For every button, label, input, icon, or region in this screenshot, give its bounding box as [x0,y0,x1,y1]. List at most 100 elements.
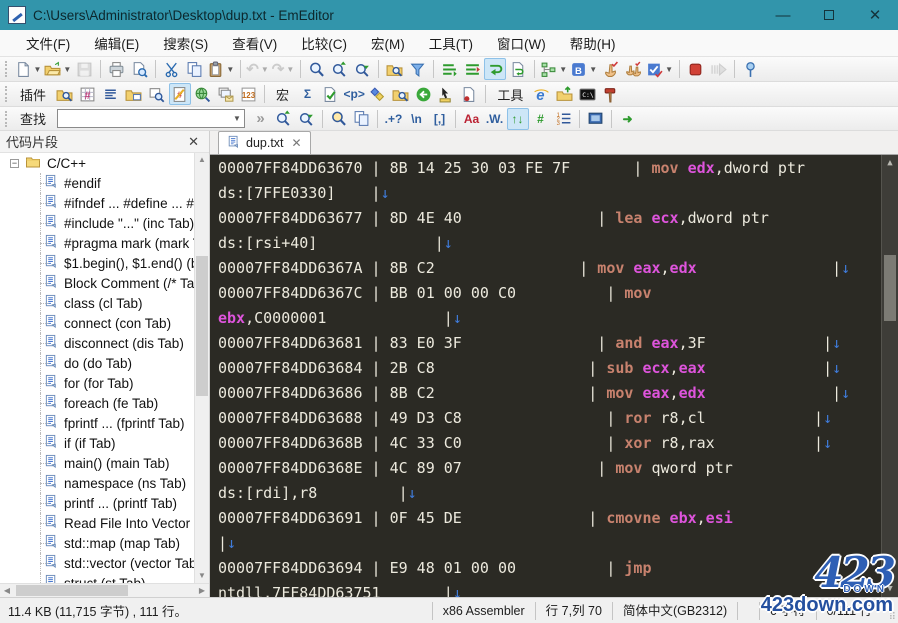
macro-html-tag-button[interactable]: <p> [343,83,366,105]
filter-button[interactable] [406,58,428,80]
plugin-web-preview-button[interactable] [192,83,214,105]
snippet-item[interactable]: foreach (fe Tab) [0,393,194,413]
tool-browser-button[interactable]: e [531,83,553,105]
find-next-toolbar-button[interactable] [328,58,350,80]
tab-close-icon[interactable]: ✕ [292,136,302,150]
print-button[interactable] [105,58,127,80]
cut-button[interactable] [160,58,182,80]
use-escape-sequence-button[interactable]: \n [406,108,428,130]
menu-item-6[interactable]: 宏(M) [359,29,417,57]
replace-button[interactable] [351,58,373,80]
wrap-by-page-button[interactable] [507,58,529,80]
tool-export-button[interactable] [554,83,576,105]
snippet-item[interactable]: if (if Tab) [0,433,194,453]
chevron-down-icon[interactable]: ▼ [559,65,567,74]
find-next-button[interactable] [296,108,318,130]
menu-item-7[interactable]: 工具(T) [417,29,485,57]
paste-button[interactable]: ▼ [206,58,235,80]
find-button[interactable] [305,58,327,80]
find-input[interactable] [58,111,230,126]
chevron-down-icon[interactable]: ▼ [286,65,294,74]
selection-mode-button[interactable] [599,58,621,80]
menu-item-1[interactable]: 文件(F) [14,29,82,57]
macro-colors-button[interactable] [367,83,389,105]
pin-button[interactable] [739,58,761,80]
snippet-item[interactable]: #endif [0,173,194,193]
record-macro-button[interactable] [684,58,706,80]
snippets-vertical-scrollbar[interactable]: ▲ ▼ [194,153,209,583]
snippet-item[interactable]: #pragma mark (mark Tab) [0,233,194,253]
editor-vertical-scrollbar[interactable]: ▲ ▼ [881,155,898,597]
marks-button[interactable]: ▼ [645,58,674,80]
menu-item-4[interactable]: 查看(V) [220,29,289,57]
chevron-down-icon[interactable]: ▼ [261,65,269,74]
snippets-tree[interactable]: −C/C++#endif#ifndef ... #define ... #end… [0,153,194,583]
number-range-button[interactable]: [,] [429,108,451,130]
outline-button[interactable]: ▼ [539,58,568,80]
display-full-screen-button[interactable] [585,108,607,130]
menu-item-3[interactable]: 搜索(S) [151,29,220,57]
find-combobox[interactable]: ▼ [57,109,245,128]
plugin-hex-button[interactable]: # [77,83,99,105]
snippet-item[interactable]: class (cl Tab) [0,293,194,313]
maximize-button[interactable] [806,0,852,30]
status-selection-lines[interactable]: 0/111 行 [816,602,882,620]
snippet-item[interactable]: struct (st Tab) [0,573,194,583]
use-regex-button[interactable]: .+? [383,108,405,130]
status-cursor-position[interactable]: 行 7,列 70 [535,602,612,620]
chevron-down-icon[interactable]: ▼ [63,65,71,74]
tool-command-prompt-button[interactable]: C:\ [577,83,599,105]
plugin-outline-button[interactable] [100,83,122,105]
wrap-by-characters-button[interactable] [461,58,483,80]
find-all-button[interactable] [328,108,350,130]
menu-item-9[interactable]: 帮助(H) [558,29,628,57]
count-matches-button[interactable]: # [530,108,552,130]
scroll-thumb[interactable] [196,256,208,396]
status-encoding[interactable]: 简体中文(GB2312) [612,602,737,620]
macro-select-cursor-button[interactable] [436,83,458,105]
snippet-item[interactable]: std::vector (vector Tab) [0,553,194,573]
snippet-item[interactable]: Read File Into Vector [0,513,194,533]
snippets-close-icon[interactable]: ✕ [184,134,203,150]
macro-validate-button[interactable] [320,83,342,105]
toolbar-grip[interactable] [5,61,10,77]
scroll-thumb[interactable] [16,585,128,596]
status-selection-chars[interactable]: 0 字符 [759,602,815,620]
new-file-button[interactable]: ▼ [14,58,43,80]
collapse-icon[interactable]: − [10,159,19,168]
snippet-item[interactable]: printf ... (printf Tab) [0,493,194,513]
wrap-none-button[interactable] [438,58,460,80]
snippet-item[interactable]: std::map (map Tab) [0,533,194,553]
macro-back-button[interactable] [413,83,435,105]
minimize-button[interactable]: — [760,0,806,30]
plugin-markers-button[interactable]: # [169,83,191,105]
snippet-item[interactable]: $1.begin(), $1.end() (beg Tab) [0,253,194,273]
resize-grip[interactable] [882,598,898,623]
match-whole-word-button[interactable]: .W. [484,108,506,130]
snippets-horizontal-scrollbar[interactable]: ◀ ▶ [0,583,209,597]
plugin-snippets-button[interactable] [54,83,76,105]
scroll-down-icon[interactable]: ▼ [882,581,898,597]
snippet-item[interactable]: connect (con Tab) [0,313,194,333]
find-previous-button[interactable] [273,108,295,130]
plugin-open-documents-button[interactable] [215,83,237,105]
close-button[interactable]: ✕ [852,0,898,30]
tree-root-cpp[interactable]: −C/C++ [0,153,194,173]
tab-dup-txt[interactable]: dup.txt ✕ [218,131,311,154]
scroll-left-icon[interactable]: ◀ [0,584,14,597]
print-preview-button[interactable] [128,58,150,80]
wrap-by-window-button[interactable] [484,58,506,80]
tool-build-button[interactable] [600,83,622,105]
plugin-explorer-button[interactable] [123,83,145,105]
snippet-item[interactable]: do (do Tab) [0,353,194,373]
snippet-item[interactable]: #ifndef ... #define ... #endif (def Tab) [0,193,194,213]
scroll-up-icon[interactable]: ▲ [882,155,898,171]
menu-item-2[interactable]: 编辑(E) [82,29,151,57]
list-results-button[interactable]: 123 [553,108,575,130]
more-options-button[interactable]: » [250,108,272,130]
copy-button[interactable] [183,58,205,80]
menu-item-8[interactable]: 窗口(W) [485,29,558,57]
plugin-search-button[interactable] [146,83,168,105]
encoding-button[interactable]: B▼ [569,58,598,80]
snippet-item[interactable]: disconnect (dis Tab) [0,333,194,353]
